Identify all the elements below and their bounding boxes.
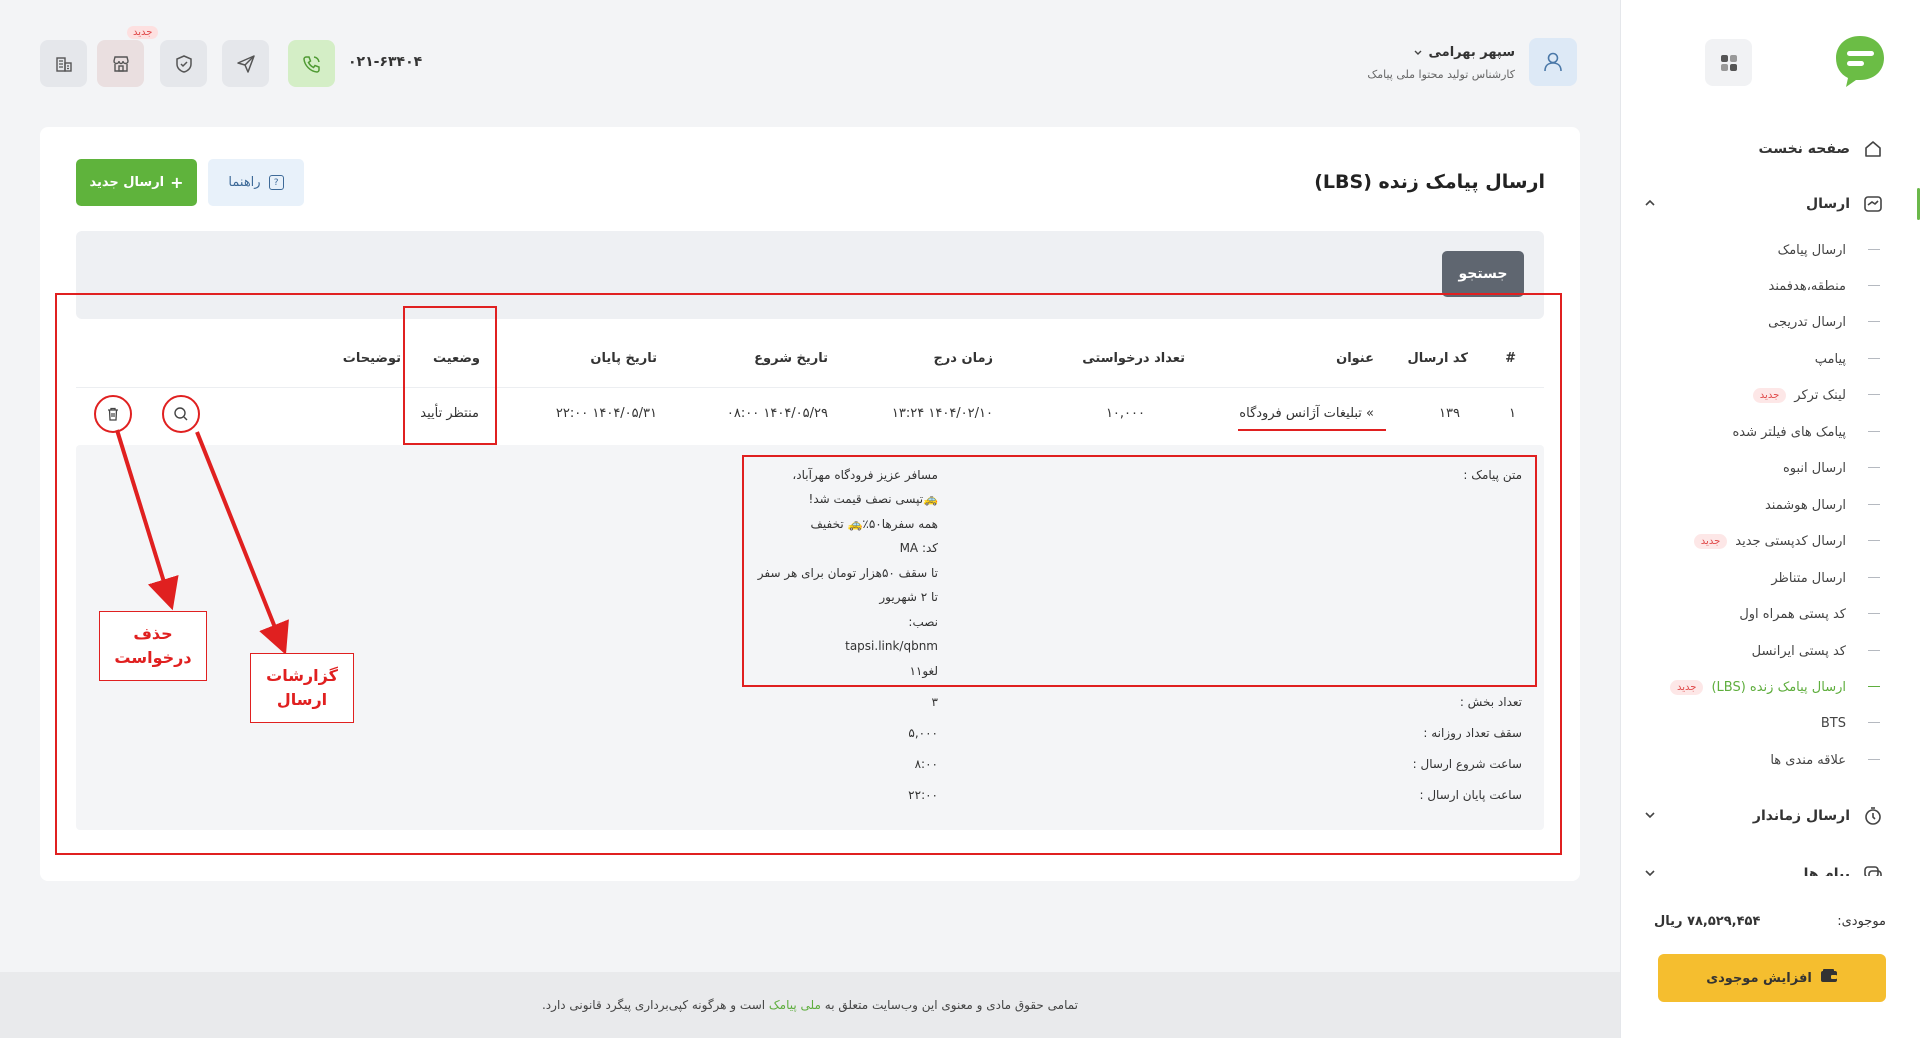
sidebar-item-send[interactable]: ارسال <box>1620 184 1920 224</box>
chevron-down-icon <box>1644 867 1656 876</box>
sidebar-item-scheduled[interactable]: ارسال زماندار <box>1620 796 1920 836</box>
timer-icon <box>1862 805 1884 827</box>
sidebar-sub-filtered[interactable]: پیامک های فیلتر شده <box>1620 417 1920 447</box>
sidebar-sub-lbs[interactable]: ارسال پیامک زنده (LBS) جدید <box>1620 672 1920 702</box>
plus-icon: + <box>170 173 184 192</box>
footer-text-start: تمامی حقوق مادی و معنوی این وب‌سایت متعل… <box>824 998 1079 1012</box>
footer-text-end: است و هرگونه کپی‌برداری پیگرد قانونی دار… <box>541 998 766 1012</box>
sidebar-sub-postal-new[interactable]: ارسال کدپستی جدید جدید <box>1620 526 1920 556</box>
sidebar-sub-matched[interactable]: ارسال متناظر <box>1620 563 1920 593</box>
reports-annotation-label: گزارشات ارسال <box>250 653 354 723</box>
balance-value: ۷۸,۵۲۹,۴۵۴ ریال <box>1654 914 1761 929</box>
sidebar-sub-smart[interactable]: ارسال هوشمند <box>1620 490 1920 520</box>
sidebar-sub-bulk[interactable]: ارسال انبوه <box>1620 453 1920 483</box>
new-send-button[interactable]: + ارسال جدید <box>76 159 197 206</box>
user-icon <box>1544 52 1562 72</box>
balance-row: موجودی: ۷۸,۵۲۹,۴۵۴ ریال <box>1654 914 1886 929</box>
call-button[interactable] <box>288 40 335 87</box>
new-badge: جدید <box>127 26 159 39</box>
status-highlight-box <box>403 306 497 445</box>
grid-icon <box>1720 54 1737 71</box>
messages-icon <box>1862 863 1884 876</box>
telegram-button[interactable] <box>222 40 269 87</box>
sidebar-sub-payamp[interactable]: پیامپ <box>1620 344 1920 374</box>
sidebar-item-messages[interactable]: پیام ها <box>1620 854 1920 876</box>
home-icon <box>1862 138 1884 160</box>
sidebar-sub-link-tracker[interactable]: لینک ترکر جدید <box>1620 380 1920 410</box>
avatar[interactable] <box>1529 38 1577 86</box>
sidebar-sub-targeted[interactable]: منطقه،هدفمند <box>1620 271 1920 301</box>
user-role: کارشناس تولید محتوا ملی پیامک <box>1367 68 1515 81</box>
sidebar-sub-bts[interactable]: BTS <box>1620 708 1920 738</box>
delete-annotation-label: حذف درخواست <box>99 611 207 681</box>
security-button[interactable] <box>160 40 207 87</box>
sidebar-sub-gradual[interactable]: ارسال تدریجی <box>1620 307 1920 337</box>
buildings-button[interactable] <box>40 40 87 87</box>
chevron-down-icon <box>1644 809 1656 825</box>
help-icon: ? <box>268 175 284 190</box>
new-badge: جدید <box>1669 679 1704 695</box>
sidebar-sub-send-sms[interactable]: ارسال پیامک <box>1620 235 1920 265</box>
balance-label: موجودی: <box>1837 914 1886 929</box>
footer-brand-link[interactable]: ملی پیامک <box>769 998 821 1012</box>
wallet-icon <box>1820 968 1838 988</box>
new-badge: جدید <box>1693 533 1728 549</box>
guide-button[interactable]: ? راهنما <box>208 159 304 206</box>
user-profile[interactable]: سپهر بهرامی کارشناس تولید محتوا ملی پیام… <box>1367 38 1577 86</box>
sidebar-sub-favorites[interactable]: علاقه مندی ها <box>1620 745 1920 775</box>
footer: تمامی حقوق مادی و معنوی این وب‌سایت متعل… <box>0 972 1620 1038</box>
user-name: سپهر بهرامی <box>1428 45 1516 60</box>
increase-balance-button[interactable]: افزایش موجودی <box>1658 954 1886 1002</box>
page-title: ارسال پیامک زنده (LBS) <box>1314 171 1545 193</box>
store-button[interactable]: جدید <box>97 26 159 87</box>
logo-icon[interactable] <box>1834 34 1886 88</box>
chevron-up-icon <box>1644 197 1656 213</box>
send-plane-icon <box>236 54 255 73</box>
store-icon <box>112 55 129 72</box>
support-phone: ۰۲۱-۶۳۴۰۴ <box>348 54 423 70</box>
search-button[interactable]: جستجو <box>1442 251 1524 297</box>
buildings-icon <box>55 56 72 72</box>
sidebar: صفحه نخست ارسال ارسال پیامک منطقه،هدفمند… <box>1620 0 1920 1038</box>
shield-icon <box>175 54 192 73</box>
chevron-down-icon <box>1413 43 1423 62</box>
send-box-icon <box>1862 193 1884 215</box>
sidebar-nav: صفحه نخست ارسال ارسال پیامک منطقه،هدفمند… <box>1620 126 1920 876</box>
message-highlight-box <box>742 455 1537 687</box>
phone-icon <box>302 55 320 73</box>
apps-grid-button[interactable] <box>1705 39 1752 86</box>
sidebar-item-home[interactable]: صفحه نخست <box>1620 129 1920 169</box>
sidebar-sub-postal-mci[interactable]: کد پستی همراه اول <box>1620 599 1920 629</box>
sidebar-sub-postal-irancell[interactable]: کد پستی ایرانسل <box>1620 636 1920 666</box>
new-badge: جدید <box>1752 387 1787 403</box>
